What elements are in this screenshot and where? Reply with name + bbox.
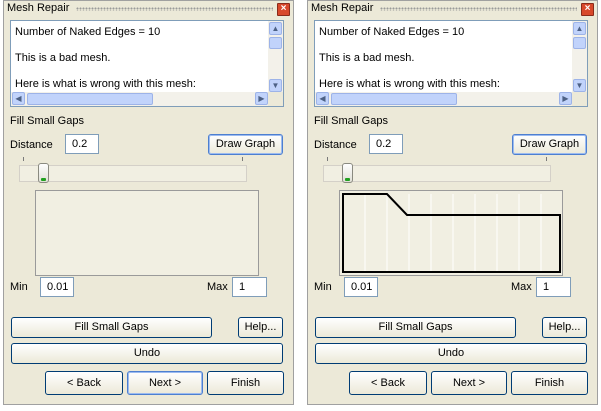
section-label: Fill Small Gaps — [314, 115, 388, 127]
scroll-right-icon[interactable]: ▶ — [255, 92, 268, 105]
report-line: This is a bad mesh. — [319, 52, 415, 64]
drag-grip[interactable] — [76, 7, 273, 11]
vertical-scrollbar[interactable]: ▲ ▼ — [572, 21, 587, 93]
distance-slider[interactable] — [19, 165, 247, 182]
finish-button[interactable]: Finish — [511, 371, 588, 395]
horizontal-scrollbar[interactable]: ◀ ▶ — [11, 92, 269, 106]
graph-gridlines — [364, 194, 542, 272]
min-field[interactable]: 0.01 — [40, 277, 74, 297]
report-line: This is a bad mesh. — [15, 52, 111, 64]
scroll-up-icon[interactable]: ▲ — [573, 22, 586, 35]
min-label: Min — [314, 281, 332, 293]
vertical-scrollbar[interactable]: ▲ ▼ — [268, 21, 283, 93]
next-button[interactable]: Next > — [127, 371, 203, 395]
horizontal-scrollbar[interactable]: ◀ ▶ — [315, 92, 573, 106]
scroll-right-icon[interactable]: ▶ — [559, 92, 572, 105]
mesh-repair-panel-left: Mesh Repair × Number of Naked Edges = 10… — [3, 0, 294, 405]
scroll-corner — [268, 92, 283, 106]
distance-label: Distance — [10, 139, 53, 151]
vertical-scroll-thumb[interactable] — [269, 37, 282, 49]
scroll-down-icon[interactable]: ▼ — [573, 79, 586, 92]
slider-tick — [242, 157, 243, 161]
distance-label: Distance — [314, 139, 357, 151]
mesh-repair-panel-right: Mesh Repair × Number of Naked Edges = 10… — [307, 0, 598, 405]
panel-title: Mesh Repair — [311, 2, 374, 14]
max-label: Max — [511, 281, 532, 293]
max-field[interactable]: 1 — [536, 277, 571, 297]
back-button[interactable]: < Back — [349, 371, 427, 395]
scroll-left-icon[interactable]: ◀ — [12, 92, 25, 105]
help-button[interactable]: Help... — [542, 317, 587, 338]
report-line: Here is what is wrong with this mesh: — [15, 78, 196, 90]
next-button[interactable]: Next > — [431, 371, 507, 395]
report-line: Here is what is wrong with this mesh: — [319, 78, 500, 90]
close-icon[interactable]: × — [277, 3, 290, 16]
min-field[interactable]: 0.01 — [344, 277, 378, 297]
horizontal-scroll-thumb[interactable] — [27, 93, 153, 105]
vertical-scroll-thumb[interactable] — [573, 37, 586, 49]
mesh-report-textbox[interactable]: Number of Naked Edges = 10 This is a bad… — [10, 20, 284, 107]
scroll-left-icon[interactable]: ◀ — [316, 92, 329, 105]
back-button[interactable]: < Back — [45, 371, 123, 395]
section-label: Fill Small Gaps — [10, 115, 84, 127]
slider-tick — [23, 157, 24, 161]
fill-small-gaps-button[interactable]: Fill Small Gaps — [11, 317, 212, 338]
distance-slider-thumb[interactable] — [38, 163, 49, 183]
max-field[interactable]: 1 — [232, 277, 267, 297]
distance-slider-thumb[interactable] — [342, 163, 353, 183]
graph-curve — [342, 193, 561, 273]
fill-small-gaps-button[interactable]: Fill Small Gaps — [315, 317, 516, 338]
draw-graph-button[interactable]: Draw Graph — [208, 134, 283, 155]
slider-tick — [327, 157, 328, 161]
scroll-corner — [572, 92, 587, 106]
horizontal-scroll-thumb[interactable] — [331, 93, 457, 105]
title-bar[interactable]: Mesh Repair × — [4, 1, 293, 17]
draw-graph-button[interactable]: Draw Graph — [512, 134, 587, 155]
undo-button[interactable]: Undo — [11, 343, 283, 364]
gap-graph — [339, 190, 563, 276]
distance-field[interactable]: 0.2 — [65, 134, 99, 154]
distance-field[interactable]: 0.2 — [369, 134, 403, 154]
min-label: Min — [10, 281, 28, 293]
distance-slider[interactable] — [323, 165, 551, 182]
finish-button[interactable]: Finish — [207, 371, 284, 395]
gap-graph-plot — [342, 193, 561, 273]
scroll-down-icon[interactable]: ▼ — [269, 79, 282, 92]
close-icon[interactable]: × — [581, 3, 594, 16]
max-label: Max — [207, 281, 228, 293]
help-button[interactable]: Help... — [238, 317, 283, 338]
undo-button[interactable]: Undo — [315, 343, 587, 364]
scroll-up-icon[interactable]: ▲ — [269, 22, 282, 35]
report-line: Number of Naked Edges = 10 — [15, 26, 161, 38]
mesh-report-textbox[interactable]: Number of Naked Edges = 10 This is a bad… — [314, 20, 588, 107]
drag-grip[interactable] — [380, 7, 577, 11]
panel-title: Mesh Repair — [7, 2, 70, 14]
title-bar[interactable]: Mesh Repair × — [308, 1, 597, 17]
gap-graph — [35, 190, 259, 276]
report-line: Number of Naked Edges = 10 — [319, 26, 465, 38]
slider-tick — [546, 157, 547, 161]
